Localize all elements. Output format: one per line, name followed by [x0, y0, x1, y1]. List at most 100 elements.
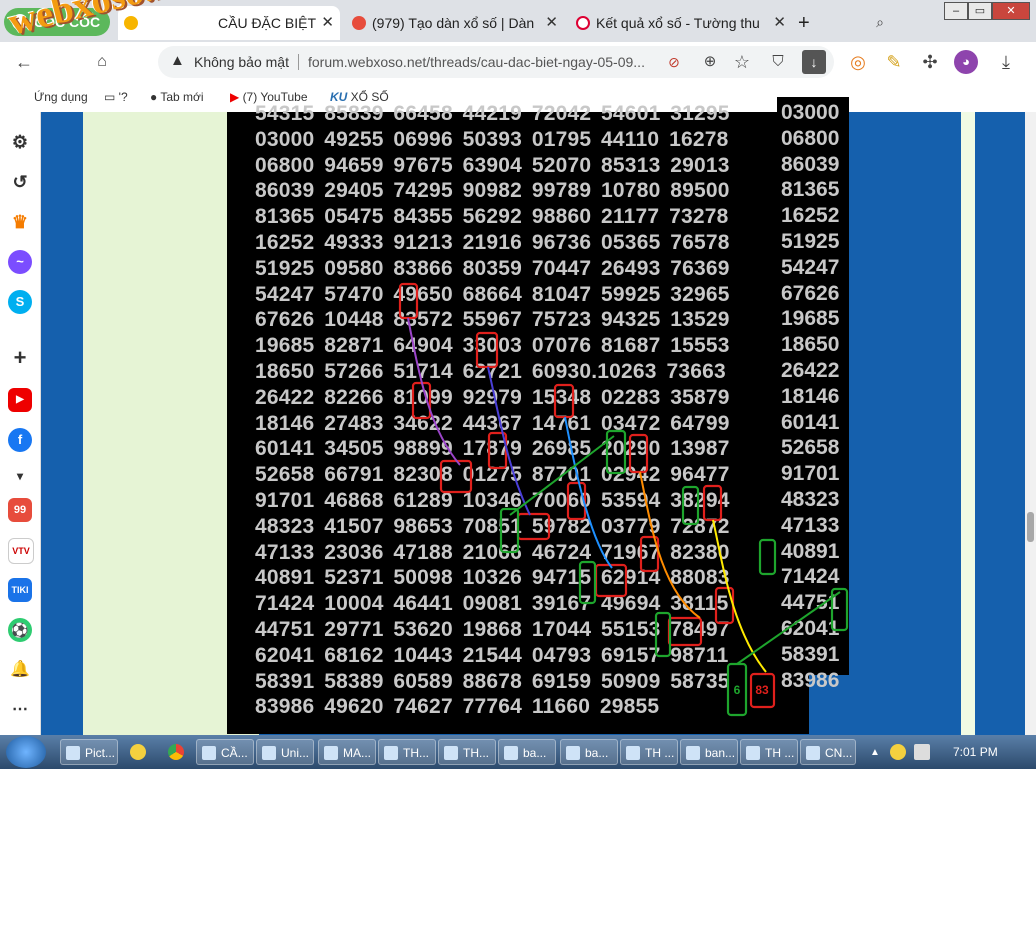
- add-icon[interactable]: +: [8, 346, 32, 370]
- taskbar-window[interactable]: Pict...: [60, 739, 118, 765]
- youtube-icon[interactable]: ▶: [8, 388, 32, 412]
- url-text[interactable]: forum.webxoso.net/threads/cau-dac-biet-n…: [308, 46, 645, 78]
- taskbar-window[interactable]: TH...: [438, 739, 496, 765]
- download-page-icon[interactable]: ↓: [802, 50, 826, 74]
- number-row: 16252 49333 91213 21916 96736 05365 7657…: [255, 231, 730, 254]
- window-icon: [324, 746, 338, 760]
- more-down-icon[interactable]: ▾: [8, 464, 32, 488]
- tab-strip: CỐC CỐC CẦU ĐẶC BIỆT ✕ (979) Tạo dàn xổ …: [0, 0, 1036, 42]
- pinned-app-icon[interactable]: [130, 744, 146, 760]
- tail-number: 52658: [781, 436, 840, 460]
- sidebar: ⚙ ↺ ♛ ~ S + ▶ f ▾ 99 VTV TIKI ⚽ 🔔 ⋯: [0, 112, 41, 735]
- taskbar-window[interactable]: Uni...: [256, 739, 314, 765]
- messenger-icon[interactable]: ~: [8, 250, 32, 274]
- extensions-icon[interactable]: ✣: [918, 50, 942, 74]
- coccoc-extension-icon[interactable]: ◎: [846, 50, 870, 74]
- youtube-icon: ▶: [230, 90, 243, 104]
- window-icon: [626, 746, 640, 760]
- number-row: 62041 68162 10443 21544 04793 69157 9871…: [255, 643, 729, 667]
- taskbar-window-label: TH...: [403, 746, 429, 760]
- number-row: 91701 46868 61289 10346 70060 53594 3829…: [255, 489, 730, 512]
- number-row: 19685 82871 64904 33003 07076 81687 1555…: [255, 334, 730, 358]
- tab-search-icon[interactable]: ⌕: [868, 10, 892, 34]
- scrollbar-thumb[interactable]: [1027, 512, 1034, 542]
- pencil-icon[interactable]: ✎: [882, 50, 906, 74]
- browser-window: CỐC CỐC CẦU ĐẶC BIỆT ✕ (979) Tạo dàn xổ …: [0, 0, 1036, 735]
- number-row: 18146 27483 34622 44367 14761 03472 6479…: [255, 411, 730, 435]
- blocked-popup-icon[interactable]: ⊘: [662, 50, 686, 74]
- close-tab-icon[interactable]: ✕: [773, 6, 786, 40]
- tail-number: 40891: [781, 539, 840, 563]
- minimize-button[interactable]: –: [944, 2, 968, 20]
- bookmark-folder[interactable]: ▭ '?: [104, 82, 128, 112]
- profile-avatar[interactable]: ◕: [954, 50, 978, 74]
- notification-icon[interactable]: 🔔: [8, 658, 32, 682]
- tab-cau-dac-biet[interactable]: CẦU ĐẶC BIỆT ✕: [118, 6, 340, 40]
- window-icon: [806, 746, 820, 760]
- security-label[interactable]: Không bảo mật: [194, 46, 289, 78]
- taskbar-window-label: CẦ...: [221, 746, 248, 760]
- tail-number: 06800: [781, 126, 840, 150]
- new-tab-button[interactable]: +: [794, 6, 820, 40]
- vtv-icon[interactable]: VTV: [8, 538, 34, 564]
- taskbar-window[interactable]: TH ...: [740, 739, 798, 765]
- clock[interactable]: 7:01 PM: [953, 735, 998, 769]
- taskbar-window[interactable]: ban...: [680, 739, 738, 765]
- history-icon[interactable]: ↺: [8, 170, 32, 194]
- number-row: 83986 49620 74627 77764 11660 29855: [255, 695, 660, 719]
- restore-button[interactable]: ▭: [968, 2, 992, 20]
- bookmark-apps[interactable]: Ứng dụng: [34, 82, 88, 112]
- coccoc-menu-button[interactable]: CỐC CỐC: [4, 8, 110, 36]
- back-icon[interactable]: ←: [12, 50, 36, 74]
- taskbar-window[interactable]: TH...: [378, 739, 436, 765]
- taskbar-window-label: TH ...: [645, 746, 675, 760]
- tab-ket-qua[interactable]: Kết quả xổ số - Tường thu ✕: [570, 6, 792, 40]
- number-row: 81365 05475 84355 56292 98860 21177 7327…: [255, 205, 729, 229]
- bookmark-star-icon[interactable]: ☆: [730, 50, 754, 74]
- tail-number: 47133: [781, 513, 840, 537]
- tab-tao-dan[interactable]: (979) Tạo dàn xổ số | Dàn ✕: [346, 6, 564, 40]
- tray-app-icon[interactable]: [890, 744, 906, 760]
- shield-icon[interactable]: ⛉: [766, 50, 790, 74]
- more-icon[interactable]: ⋯: [8, 698, 32, 722]
- app-99-icon[interactable]: 99: [8, 498, 32, 522]
- facebook-icon[interactable]: f: [8, 428, 32, 452]
- taskbar-window[interactable]: CẦ...: [196, 739, 254, 765]
- network-icon[interactable]: [914, 744, 930, 760]
- taskbar-window[interactable]: ba...: [498, 739, 556, 765]
- start-button[interactable]: [6, 736, 46, 768]
- tail-number: 62041: [781, 617, 840, 640]
- tiki-icon[interactable]: TIKI: [8, 578, 32, 602]
- vertical-scrollbar[interactable]: [1025, 112, 1036, 735]
- chrome-icon[interactable]: [168, 744, 184, 760]
- bookmark-new-tab[interactable]: ● Tab mới: [150, 82, 204, 112]
- skype-icon[interactable]: S: [8, 290, 32, 314]
- tail-number: 44751: [781, 591, 840, 615]
- close-tab-icon[interactable]: ✕: [545, 6, 558, 40]
- tail-number: 67626: [781, 281, 840, 305]
- taskbar-window-label: CN...: [825, 746, 853, 760]
- taskbar-window[interactable]: ba...: [560, 739, 618, 765]
- zoom-icon[interactable]: ⊕: [698, 50, 722, 74]
- settings-icon[interactable]: ⚙: [8, 130, 32, 154]
- home-icon[interactable]: ⌂: [90, 50, 114, 74]
- windows-taskbar: Pict... CẦ... Uni... MA... TH... TH... ba... ba…: [0, 735, 1036, 769]
- globe-icon: ●: [150, 90, 161, 104]
- tail-number: 83986: [781, 668, 840, 692]
- tail-number: 86039: [781, 152, 840, 176]
- coccoc-logo-icon: [12, 14, 28, 30]
- forum-favicon-icon: [352, 16, 366, 30]
- football-icon[interactable]: ⚽: [8, 618, 32, 642]
- address-bar[interactable]: ▲ Không bảo mật forum.webxoso.net/thread…: [158, 46, 834, 78]
- taskbar-window[interactable]: MA...: [318, 739, 376, 765]
- taskbar-window[interactable]: CN...: [800, 739, 856, 765]
- tab-label: CẦU ĐẶC BIỆT: [218, 15, 317, 31]
- close-window-button[interactable]: ✕: [992, 2, 1030, 20]
- tray-expand-icon[interactable]: ▲: [870, 747, 880, 758]
- close-tab-icon[interactable]: ✕: [321, 6, 334, 40]
- downloads-icon[interactable]: ⤓: [994, 50, 1018, 74]
- crown-icon[interactable]: ♛: [8, 210, 32, 234]
- window-icon: [384, 746, 398, 760]
- taskbar-window-label: Uni...: [281, 746, 310, 760]
- taskbar-window[interactable]: TH ...: [620, 739, 678, 765]
